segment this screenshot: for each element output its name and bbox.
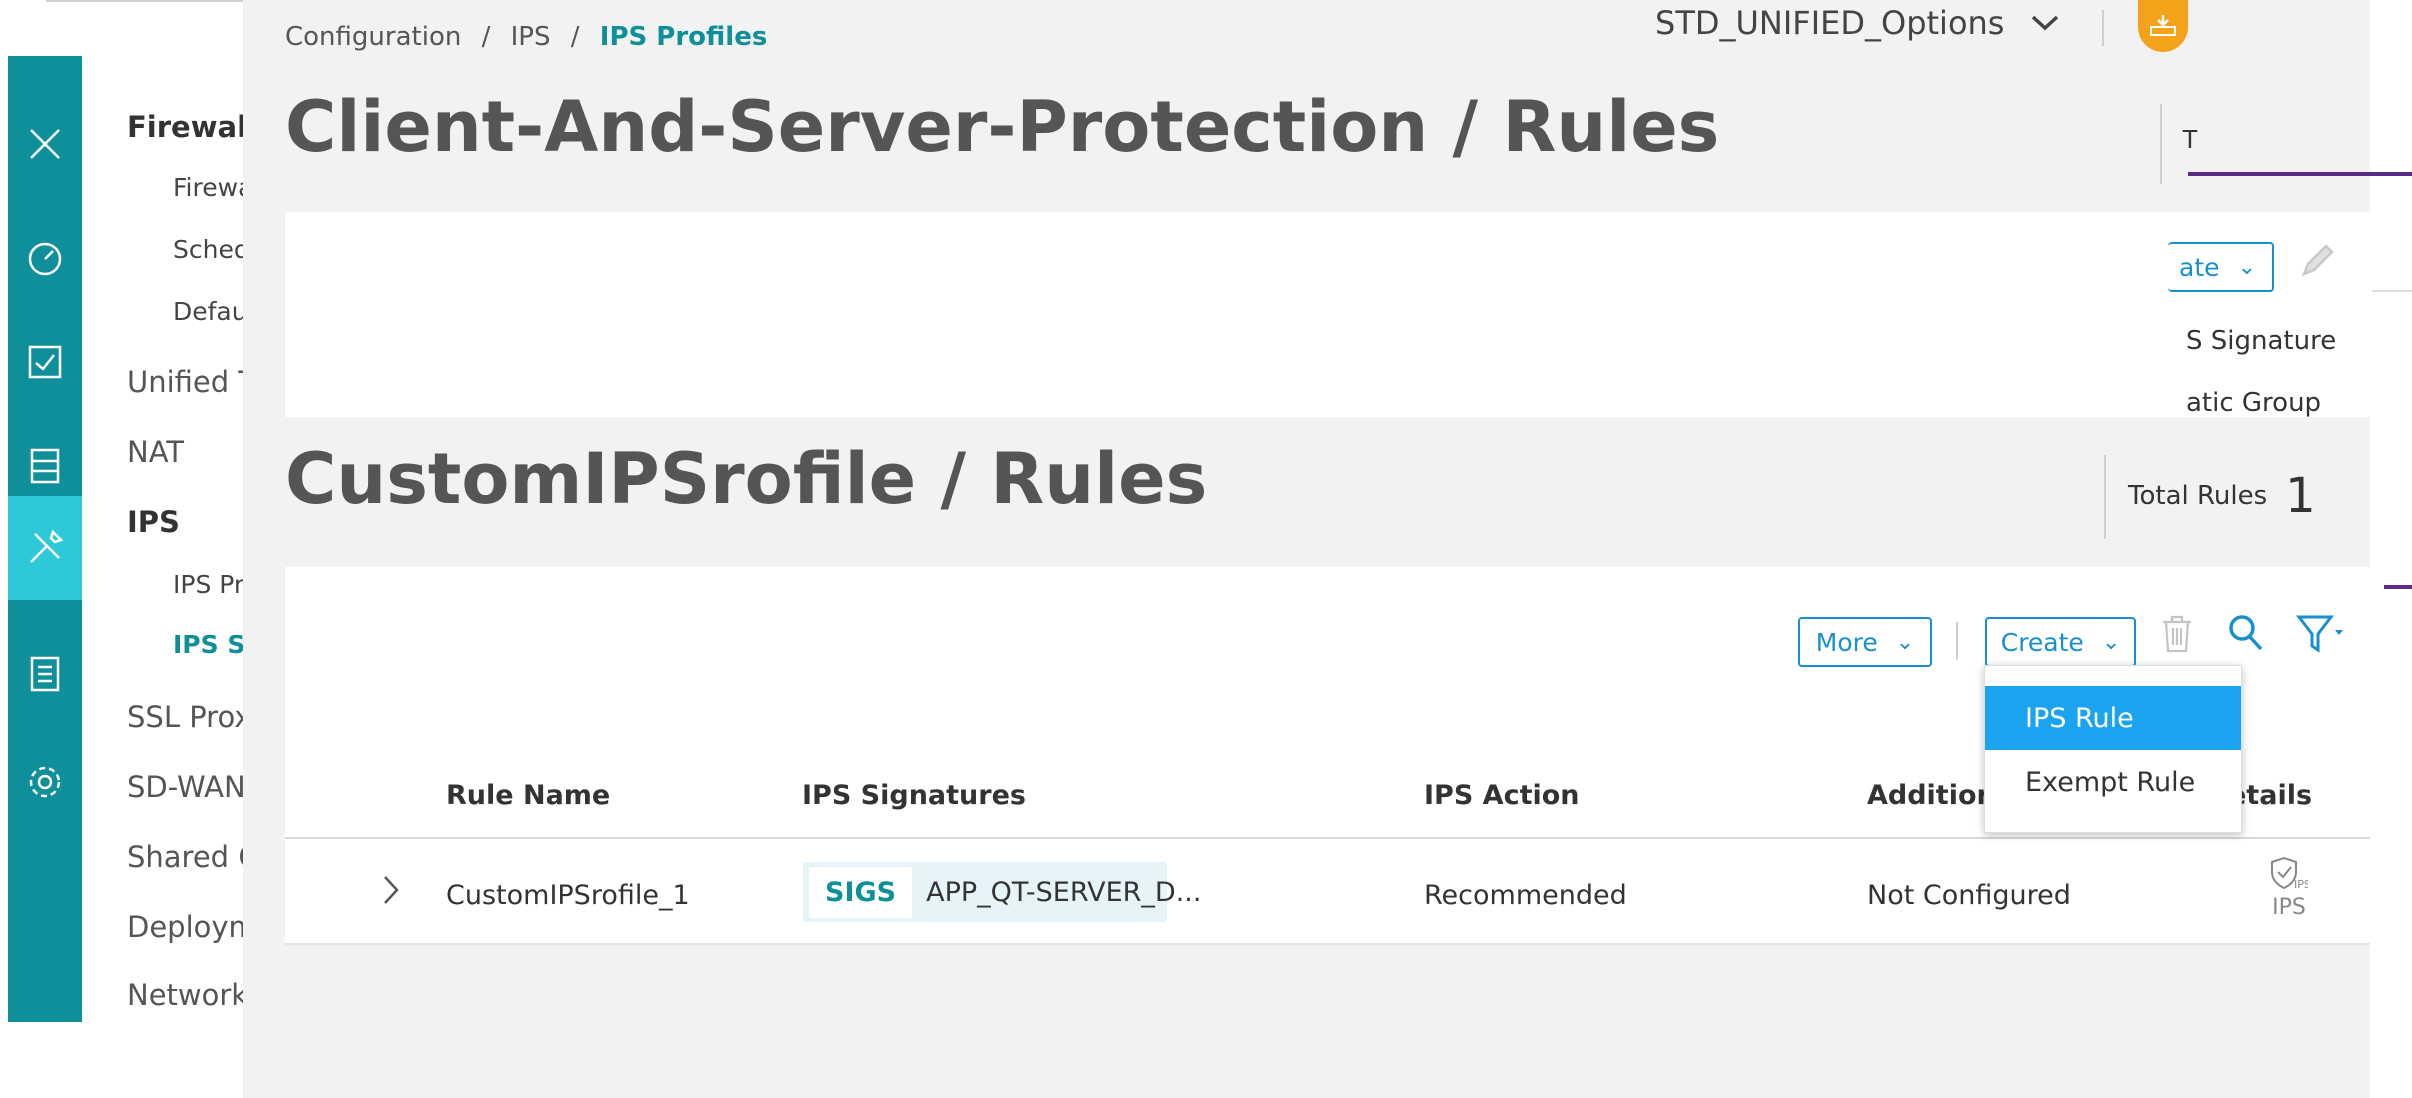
configuration-tools-icon[interactable] (8, 520, 82, 576)
svg-text:IPS: IPS (2294, 878, 2308, 890)
total-rules-label: Total Rules (2128, 481, 2268, 511)
column-header-ips-action[interactable]: IPS Action (1424, 780, 1580, 811)
sidebar-item-ssl-proxy[interactable]: SSL Prox (127, 700, 251, 734)
sidebar-item-ips-profiles[interactable]: IPS Pr (173, 570, 244, 599)
total-rules: Total Rules 1 (2128, 468, 2316, 524)
signature-name: APP_QT-SERVER_D... (926, 876, 1202, 908)
sidebar-item-ips[interactable]: IPS (127, 505, 180, 539)
sidebar-item-firewall-policies[interactable]: Firewa (173, 173, 253, 202)
back-dialog-body (285, 212, 2370, 417)
toolbar-underline (2372, 290, 2412, 292)
details-ips-label: IPS (2272, 895, 2306, 920)
table-row[interactable]: CustomIPSrofile_1 SIGS APP_QT-SERVER_D..… (285, 840, 2370, 943)
chevron-down-icon: ⌄ (1895, 629, 1915, 655)
domain-selector[interactable]: STD_UNIFIED_Options (1655, 0, 2060, 46)
menu-item-exempt-rule[interactable]: Exempt Rule (1985, 750, 2241, 814)
front-title-divider (2104, 455, 2106, 539)
more-button-label: More (1815, 627, 1878, 657)
header-divider (2102, 10, 2104, 46)
create-button[interactable]: Create ⌄ (1985, 617, 2136, 667)
details-ips-icon[interactable]: IPS IPS (2269, 856, 2311, 920)
menu-item-ips-rule[interactable]: IPS Rule (1985, 686, 2241, 750)
ips-action-cell: Recommended (1424, 880, 1627, 911)
breadcrumb: Configuration / IPS / IPS Profiles (285, 22, 767, 52)
dashboard-icon[interactable] (8, 230, 82, 286)
sidebar-item-default[interactable]: Defau (173, 297, 248, 326)
logs-icon[interactable] (8, 646, 82, 702)
additional-cell: Not Configured (1867, 880, 2071, 911)
sidebar-item-schedules[interactable]: Sched (173, 235, 250, 264)
sidebar-item-firewall[interactable]: Firewall (127, 110, 257, 144)
back-create-label: ate (2179, 252, 2220, 282)
breadcrumb-separator: / (570, 22, 580, 52)
purple-accent-line-2 (2384, 585, 2412, 589)
back-create-button[interactable]: ate ⌄ (2168, 242, 2274, 292)
deploy-icon[interactable] (2138, 0, 2188, 52)
devices-icon[interactable] (8, 438, 82, 494)
sidebar-item-shared[interactable]: Shared C (127, 840, 259, 874)
create-dropdown-menu: IPS Rule Exempt Rule (1984, 665, 2242, 833)
breadcrumb-configuration[interactable]: Configuration (285, 22, 461, 52)
sidebar-item-sd-wan[interactable]: SD-WAN (127, 770, 246, 804)
nav-rail (8, 56, 82, 1022)
purple-accent-line (2188, 172, 2412, 176)
column-header-ips-signatures[interactable]: IPS Signatures (802, 780, 1026, 811)
monitor-icon[interactable] (8, 334, 82, 390)
breadcrumb-separator: / (481, 22, 491, 52)
edit-pencil-icon[interactable] (2298, 240, 2338, 285)
table-header-divider (285, 837, 2370, 839)
settings-gear-icon[interactable] (8, 754, 82, 810)
sidebar-item-unified-threat[interactable]: Unified T (127, 365, 256, 399)
sidebar-item-deployment[interactable]: Deploym (127, 910, 257, 944)
back-dialog-title: Client-And-Server-Protection / Rules (285, 86, 1720, 168)
more-button[interactable]: More ⌄ (1798, 617, 1932, 667)
front-dialog-title: CustomIPSrofile / Rules (285, 438, 1208, 520)
chevron-right-icon[interactable] (381, 874, 401, 911)
close-icon[interactable] (8, 116, 82, 172)
search-icon[interactable] (2228, 614, 2264, 657)
domain-select-value: STD_UNIFIED_Options (1655, 4, 2005, 42)
filter-icon[interactable] (2295, 614, 2344, 659)
back-menu-item-ips-signature[interactable]: S Signature (2186, 326, 2336, 356)
sigs-tag: SIGS (809, 866, 913, 918)
sidebar-item-network[interactable]: Network (127, 978, 248, 1012)
back-menu-item-static-group[interactable]: atic Group (2186, 388, 2321, 418)
breadcrumb-current: IPS Profiles (599, 22, 768, 52)
create-button-label: Create (2000, 627, 2084, 657)
back-total-fragment: T (2182, 124, 2198, 154)
chevron-down-icon (2032, 15, 2059, 31)
rule-name-cell: CustomIPSrofile_1 (446, 880, 690, 911)
total-rules-count: 1 (2285, 468, 2316, 524)
chevron-down-icon: ⌄ (2101, 629, 2121, 655)
toolbar-divider (1956, 622, 1958, 660)
sidebar-item-nat[interactable]: NAT (127, 435, 184, 469)
column-header-rule-name[interactable]: Rule Name (446, 780, 610, 811)
back-title-divider (2160, 104, 2162, 184)
delete-trash-icon[interactable] (2160, 614, 2194, 659)
chevron-down-icon: ⌄ (2237, 254, 2256, 280)
breadcrumb-ips[interactable]: IPS (511, 22, 551, 52)
ips-signature-pill[interactable]: SIGS APP_QT-SERVER_D... (803, 862, 1201, 922)
